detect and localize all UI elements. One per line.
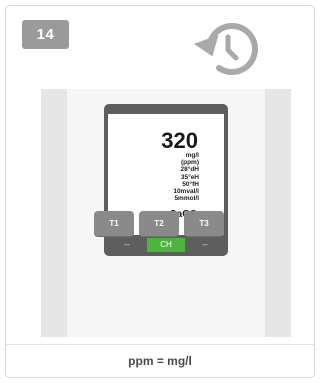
- softkey-bar: -- CH --: [108, 238, 224, 252]
- unit-line: 50°fH: [182, 180, 199, 188]
- device-face: 320 mg/l (ppm) 28°dH 35°eH 50°fH 10mval/…: [67, 89, 265, 337]
- device-illustration: 320 mg/l (ppm) 28°dH 35°eH 50°fH 10mval/…: [41, 89, 291, 337]
- history-icon[interactable]: [192, 17, 260, 81]
- t3-button[interactable]: T3: [184, 211, 224, 236]
- caption: ppm = mg/l: [128, 354, 192, 368]
- softkey-ch[interactable]: CH: [147, 238, 185, 252]
- step-number-badge: 14: [22, 20, 69, 49]
- unit-list: mg/l (ppm) 28°dH 35°eH 50°fH 10mval/l 5m…: [173, 152, 199, 202]
- unit-line: 28°dH: [180, 166, 200, 174]
- t2-button[interactable]: T2: [139, 211, 179, 236]
- unit-line: 10mval/l: [173, 188, 199, 196]
- t1-button[interactable]: T1: [94, 211, 134, 236]
- unit-line: 5mmol/l: [174, 195, 199, 203]
- softkey-right[interactable]: --: [186, 238, 224, 252]
- unit-line: mg/l: [185, 152, 199, 159]
- softkey-left[interactable]: --: [108, 238, 146, 252]
- unit-line: 35°eH: [180, 173, 199, 181]
- step-card: 14 320 mg/l (ppm) 28°dH 35°eH 50°fH 10mv…: [5, 5, 315, 378]
- reading-value: 320: [161, 128, 198, 153]
